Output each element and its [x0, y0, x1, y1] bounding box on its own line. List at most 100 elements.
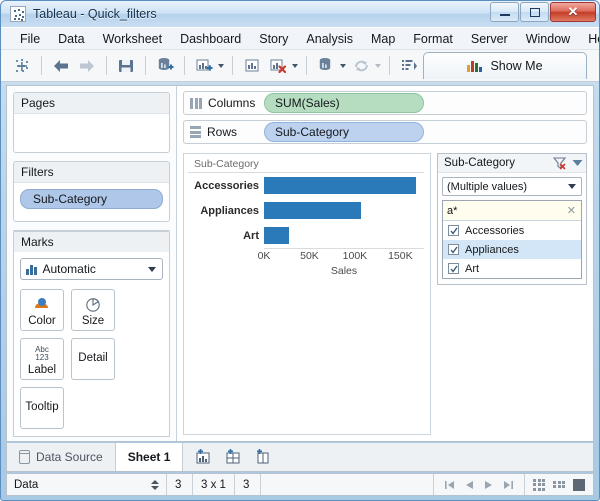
status-dimensions: 3 x 1 — [193, 474, 235, 495]
row-label-art[interactable]: Art — [188, 223, 264, 248]
data-selector[interactable]: Data — [7, 474, 167, 495]
back-icon[interactable] — [50, 55, 72, 77]
updown-arrows-icon[interactable] — [151, 480, 159, 490]
rows-pill-sub-category[interactable]: Sub-Category — [264, 122, 424, 142]
rows-shelf[interactable]: Rows Sub-Category — [183, 120, 587, 144]
row-label-accessories[interactable]: Accessories — [188, 173, 264, 198]
first-record-icon[interactable] — [444, 480, 455, 490]
filter-card-body: (Multiple values) ✕ — [438, 173, 586, 284]
filter-pill-sub-category[interactable]: Sub-Category — [20, 189, 163, 209]
row-labels: Accessories Appliances Art — [188, 173, 264, 249]
filter-list-item-art[interactable]: Art — [443, 259, 581, 278]
maximize-button[interactable] — [520, 2, 549, 22]
bar-art[interactable] — [264, 227, 289, 244]
checkbox-icon[interactable] — [448, 263, 459, 274]
minimize-button[interactable] — [490, 2, 519, 22]
filter-search-box[interactable]: ✕ — [443, 201, 581, 221]
bar-row — [264, 173, 424, 198]
new-dashboard-tab-icon[interactable] — [225, 449, 243, 465]
bar-chart-icon — [26, 264, 37, 275]
menu-item-file[interactable]: File — [11, 30, 49, 48]
menu-item-map[interactable]: Map — [362, 30, 404, 48]
marks-color-button[interactable]: Color — [20, 289, 64, 331]
menu-item-window[interactable]: Window — [517, 30, 579, 48]
marks-label-label: Label — [28, 364, 56, 376]
clear-sheet-icon[interactable] — [267, 55, 289, 77]
close-button[interactable]: ✕ — [550, 2, 596, 22]
menu-item-help[interactable]: Help — [579, 30, 600, 48]
marks-type-dropdown[interactable]: Automatic — [20, 258, 163, 280]
record-navigation — [433, 474, 524, 495]
marks-size-label: Size — [82, 315, 104, 327]
filters-drop-zone[interactable]: Sub-Category — [14, 183, 169, 221]
show-me-label: Show Me — [490, 59, 542, 73]
new-worksheet-icon[interactable] — [193, 55, 215, 77]
clear-search-icon[interactable]: ✕ — [567, 204, 576, 217]
x-tick-0: 0K — [258, 250, 271, 262]
123-text: 123 — [35, 353, 48, 362]
row-label-appliances[interactable]: Appliances — [188, 198, 264, 223]
filter-search-input[interactable] — [447, 205, 577, 217]
marks-buttons: Color Size — [20, 289, 163, 429]
filter-list-item-appliances[interactable]: Appliances — [443, 240, 581, 259]
refresh-icon[interactable] — [350, 55, 372, 77]
menu-item-dashboard[interactable]: Dashboard — [171, 30, 250, 48]
checkbox-icon[interactable] — [448, 244, 459, 255]
new-story-tab-icon[interactable] — [255, 449, 273, 465]
grid-view-icon[interactable] — [533, 479, 545, 491]
swap-data-icon[interactable] — [315, 55, 337, 77]
filter-values-list: ✕ Accessories — [442, 200, 582, 279]
funnel-clear-icon[interactable] — [553, 157, 567, 170]
marks-size-button[interactable]: Size — [71, 289, 115, 331]
next-record-icon[interactable] — [484, 480, 493, 490]
menu-item-story[interactable]: Story — [250, 30, 297, 48]
tableau-sparkle-icon[interactable] — [11, 55, 33, 77]
save-icon[interactable] — [115, 55, 137, 77]
row-header-title: Sub-Category — [188, 158, 424, 170]
new-data-source-icon[interactable] — [154, 55, 176, 77]
marks-body: Automatic Color — [13, 252, 170, 437]
checkbox-icon[interactable] — [448, 225, 459, 236]
menu-item-data[interactable]: Data — [49, 30, 93, 48]
show-me-button[interactable]: Show Me — [423, 52, 587, 79]
tab-action-icons — [183, 443, 273, 471]
filter-values-dropdown[interactable]: (Multiple values) — [442, 177, 582, 196]
filter-card-menu-icon[interactable] — [572, 159, 583, 167]
columns-shelf[interactable]: Columns SUM(Sales) — [183, 91, 587, 115]
card-view-icon[interactable] — [553, 481, 565, 489]
full-view-icon[interactable] — [573, 479, 585, 491]
duplicate-sheet-icon[interactable] — [241, 55, 263, 77]
x-tick-1: 50K — [300, 250, 319, 262]
menu-item-analysis[interactable]: Analysis — [297, 30, 362, 48]
columns-pill-sum-sales[interactable]: SUM(Sales) — [264, 93, 424, 113]
forward-icon[interactable] — [76, 55, 98, 77]
clear-sheet-dropdown-icon[interactable] — [292, 64, 298, 68]
data-source-tab[interactable]: Data Source — [7, 443, 116, 471]
new-worksheet-dropdown-icon[interactable] — [218, 64, 224, 68]
bar-appliances[interactable] — [264, 202, 361, 219]
show-me-chart-icon — [467, 60, 482, 72]
sort-ascending-icon[interactable] — [398, 55, 420, 77]
x-axis-title[interactable]: Sales — [264, 265, 424, 277]
title-bar: Tableau - Quick_filters ✕ — [1, 1, 599, 27]
x-tick-3: 150K — [388, 250, 413, 262]
menu-item-format[interactable]: Format — [404, 30, 462, 48]
last-record-icon[interactable] — [503, 480, 514, 490]
marks-tooltip-button[interactable]: Tooltip — [20, 387, 64, 429]
bar-accessories[interactable] — [264, 177, 416, 194]
marks-tooltip-label: Tooltip — [25, 401, 58, 413]
marks-label-button[interactable]: Abc 123 Label — [20, 338, 64, 380]
new-worksheet-tab-icon[interactable] — [195, 449, 213, 465]
marks-type-label: Automatic — [43, 262, 96, 276]
sheet-tab-sheet-1[interactable]: Sheet 1 — [116, 443, 184, 471]
menu-item-server[interactable]: Server — [462, 30, 517, 48]
chart-container[interactable]: Sub-Category Accessories Appliances Art — [183, 153, 431, 435]
pages-drop-zone[interactable] — [14, 114, 169, 152]
menu-item-worksheet[interactable]: Worksheet — [94, 30, 172, 48]
sheet-tab-label: Sheet 1 — [128, 450, 171, 464]
swap-data-dropdown-icon[interactable] — [340, 64, 346, 68]
filter-list-item-accessories[interactable]: Accessories — [443, 221, 581, 240]
toolbar: Show Me — [1, 50, 599, 82]
marks-detail-button[interactable]: Detail — [71, 338, 115, 380]
previous-record-icon[interactable] — [465, 480, 474, 490]
